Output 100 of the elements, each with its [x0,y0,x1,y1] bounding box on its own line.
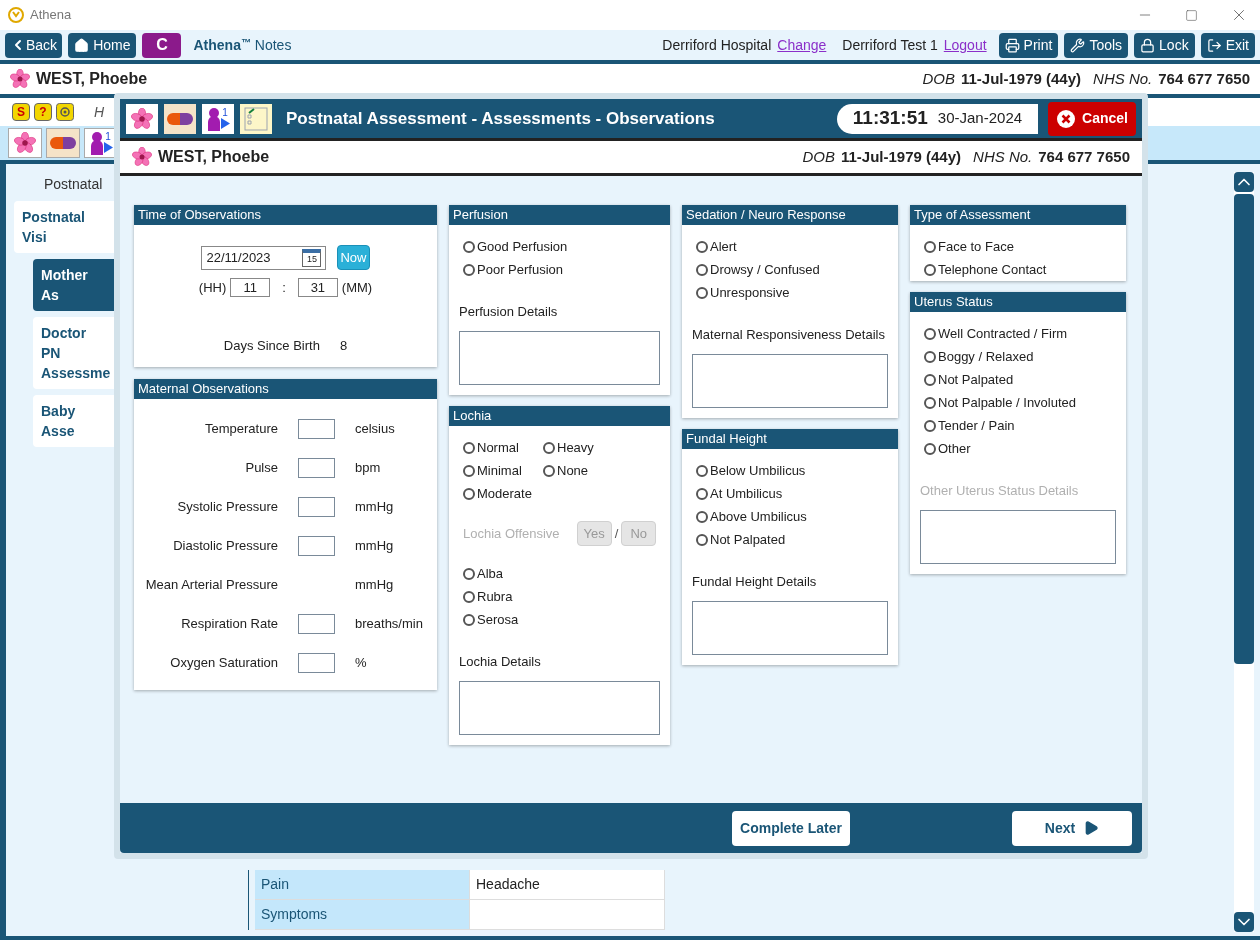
radio-button[interactable] [463,487,475,500]
nav-item[interactable]: Baby Asse [33,395,114,447]
scroll-up-icon[interactable] [1234,172,1254,192]
s-icon[interactable]: S [12,103,30,121]
nav-item[interactable]: Postnatal Visi [14,201,114,253]
radio-label: Not Palpated [710,530,786,549]
radio-button[interactable] [543,441,555,454]
scroll-down-icon[interactable] [1234,912,1254,932]
radio-label: Tender / Pain [938,416,1015,435]
section-title: Postnatal [43,175,104,194]
days-value: 8 [339,336,348,355]
toolbar-button[interactable]: Lock [1134,32,1195,58]
nav-item[interactable]: Mother As [33,259,114,311]
dob-value: 11-Jul-1979 (44y) [840,146,962,167]
details-label: Fundal Height Details [692,574,817,589]
radio-label: Not Palpable / Involuted [938,393,1077,412]
radio-button[interactable] [696,510,708,523]
change-link[interactable]: Change [777,34,827,56]
hour-field[interactable]: 11 [230,278,271,298]
observation-field[interactable] [298,535,335,556]
toolbar-button[interactable]: Print [998,32,1059,58]
brand-name: Athena™ Notes [193,35,292,55]
slash-separator: / [613,524,620,543]
radio-button[interactable] [696,240,708,253]
observation-field[interactable] [298,652,335,673]
radio-button[interactable] [463,567,475,580]
home-button[interactable]: Home [68,32,137,58]
details-textarea[interactable] [459,681,660,735]
observation-field[interactable] [298,613,335,634]
date-field[interactable]: 22/11/2023 15 [201,245,327,270]
panel-header: Uterus Status [910,292,1126,312]
radio-button[interactable] [463,464,475,477]
radio-label: Above Umbilicus [710,507,807,526]
radio-button[interactable] [924,442,936,455]
radio-button[interactable] [463,441,475,454]
back-button[interactable]: Back [5,32,63,58]
gear-icon[interactable] [56,103,74,121]
observation-label: Systolic Pressure [176,497,278,516]
radio-button[interactable] [696,263,708,276]
panel-header: Time of Observations [134,205,437,225]
minute-field[interactable]: 31 [297,278,338,298]
user-name: Derriford Test 1 [842,35,938,55]
details-textarea[interactable] [692,601,888,655]
toolbar-button[interactable]: Tools [1064,32,1129,58]
toolbar-button[interactable]: Exit [1200,32,1255,58]
observation-label: Pulse [244,458,278,477]
observation-field[interactable] [298,457,335,478]
observation-label: Mean Arterial Pressure [144,575,278,594]
radio-button[interactable] [924,396,936,409]
scrollbar-thumb[interactable] [1234,194,1254,664]
unit-label: mmHg [355,497,394,516]
radio-button[interactable] [924,419,936,432]
radio-button[interactable] [924,240,936,253]
dob-value: 11-Jul-1979 (44y) [960,68,1082,89]
radio-button[interactable] [463,240,475,253]
unit-label: % [355,653,367,672]
cancel-button[interactable]: Cancel [1048,101,1136,136]
mm-label: (MM) [341,279,373,297]
help-icon[interactable]: ? [34,103,52,121]
hour-value: 11 [243,279,257,297]
radio-button[interactable] [924,373,936,386]
observation-field[interactable] [298,496,335,517]
radio-button[interactable] [924,327,936,340]
radio-button[interactable] [463,263,475,276]
radio-button[interactable] [463,613,475,626]
radio-button[interactable] [696,464,708,477]
radio-button[interactable] [543,464,555,477]
details-label: Other Uterus Status Details [920,483,1079,498]
radio-button[interactable] [463,590,475,603]
logout-link[interactable]: Logout [943,34,987,56]
wrench-icon [1070,37,1086,53]
radio-label: At Umbilicus [710,484,783,503]
calendar-icon[interactable]: 15 [302,248,322,267]
flower-icon [10,69,30,89]
radio-label: Serosa [477,610,519,629]
person-icon [89,131,104,155]
nav-item[interactable]: Doctor PN Assessme [33,317,114,389]
details-textarea[interactable] [920,510,1116,564]
radio-label: Telephone Contact [938,260,1047,279]
table-cell: Symptoms [255,900,469,929]
pill-icon [50,137,76,149]
nhs-label: NHS No. [1093,68,1153,89]
radio-button[interactable] [696,286,708,299]
observation-label: Diastolic Pressure [172,536,278,555]
next-button[interactable]: Next [1012,810,1132,846]
radio-button[interactable] [696,487,708,500]
radio-label: Unresponsive [710,283,790,302]
radio-button[interactable] [696,533,708,546]
unit-label: celsius [355,419,395,438]
close-circle-icon [1056,108,1077,129]
details-textarea[interactable] [692,354,888,408]
details-textarea[interactable] [459,331,660,385]
radio-button[interactable] [924,350,936,363]
minute-value: 31 [310,279,326,297]
observation-field[interactable] [298,418,335,439]
c-button[interactable]: C [142,32,182,58]
window-title: Athena [30,6,72,25]
complete-later-button[interactable]: Complete Later [732,810,850,846]
radio-button[interactable] [924,263,936,276]
flower-icon [131,107,153,130]
